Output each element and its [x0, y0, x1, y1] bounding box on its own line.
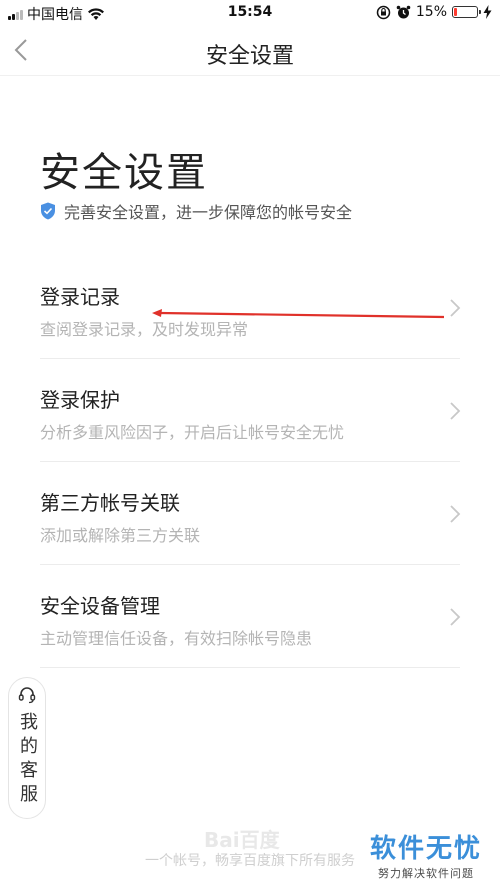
- nav-bar: 安全设置: [0, 26, 500, 76]
- menu-item-title: 第三方帐号关联: [40, 491, 180, 515]
- customer-service-button[interactable]: 我的客服: [8, 677, 46, 819]
- menu-item-title: 登录保护: [40, 388, 120, 412]
- chevron-right-icon: [450, 299, 461, 317]
- nav-title: 安全设置: [205, 44, 294, 69]
- menu-item-third-party-accounts[interactable]: 第三方帐号关联 添加或解除第三方关联: [40, 462, 461, 565]
- menu-item-desc: 主动管理信任设备，有效扫除帐号隐患: [40, 629, 313, 648]
- watermark: 软件无忧 努力解决软件问题: [370, 828, 482, 881]
- menu-item-login-protection[interactable]: 登录保护 分析多重风险因子，开启后让帐号安全无忧: [40, 359, 461, 462]
- baidu-logo-text: Bai百度: [204, 828, 280, 852]
- customer-service-label: 我的客服: [17, 712, 38, 808]
- battery-level: [454, 8, 457, 16]
- alarm-icon: [396, 5, 411, 18]
- status-right: 15%: [376, 4, 492, 20]
- menu-item-desc: 添加或解除第三方关联: [40, 526, 201, 545]
- battery-percent: 15%: [415, 4, 447, 20]
- watermark-title: 软件无忧: [369, 834, 482, 864]
- watermark-subtitle: 努力解决软件问题: [377, 867, 474, 880]
- page-subtitle: 完善安全设置，进一步保障您的帐号安全: [40, 199, 352, 223]
- chevron-right-icon: [450, 402, 461, 420]
- subtitle-text: 完善安全设置，进一步保障您的帐号安全: [64, 203, 353, 222]
- menu-item-desc: 分析多重风险因子，开启后让帐号安全无忧: [40, 423, 345, 442]
- baidu-logo: Bai百度: [204, 824, 280, 853]
- lock-rotation-icon: [376, 5, 391, 19]
- menu-item-title: 安全设备管理: [40, 594, 160, 618]
- headset-icon: [18, 687, 36, 704]
- page-title: 安全设置: [40, 150, 208, 196]
- menu-item-device-management[interactable]: 安全设备管理 主动管理信任设备，有效扫除帐号隐患: [40, 565, 461, 668]
- status-bar: 中国电信 15:54 15%: [0, 0, 500, 26]
- annotation-arrow: [152, 309, 445, 319]
- shield-icon: [41, 202, 55, 220]
- chevron-right-icon: [450, 608, 461, 626]
- security-settings-page: 中国电信 15:54 15% 安全设置 安全设置 完善安全设置，进一步保障您的帐…: [0, 0, 500, 889]
- chevron-right-icon: [450, 505, 461, 523]
- charging-icon: [483, 5, 492, 19]
- menu-item-title: 登录记录: [40, 285, 120, 309]
- battery-icon: [452, 6, 481, 18]
